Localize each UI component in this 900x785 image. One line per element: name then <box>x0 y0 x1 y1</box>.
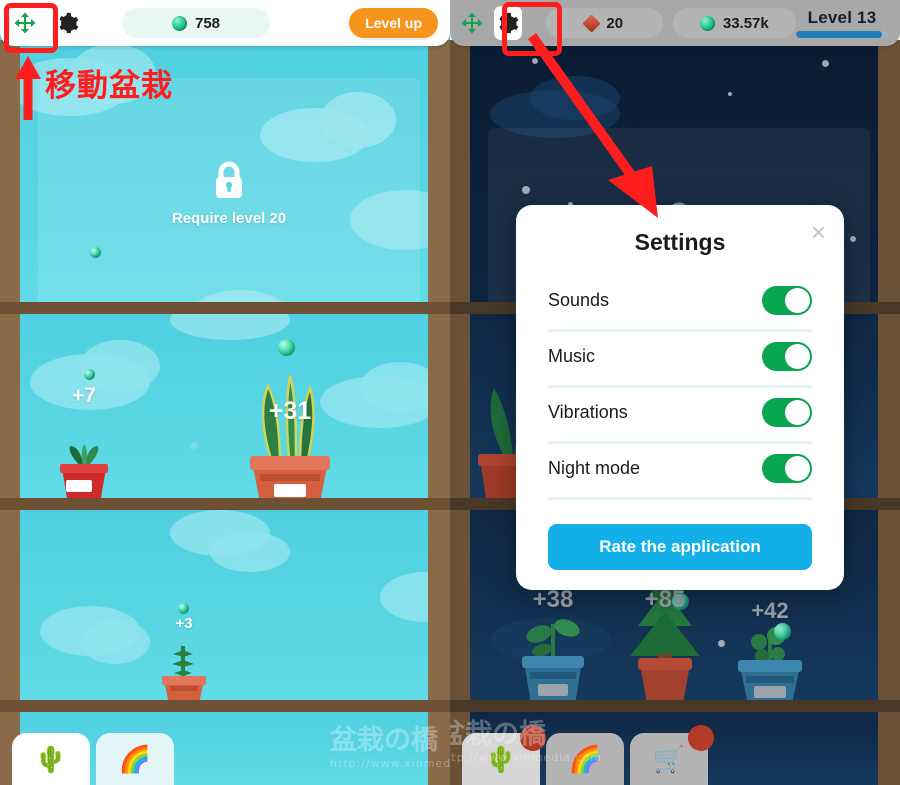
vibrations-toggle[interactable] <box>762 398 812 427</box>
plant-gain-label: +85 <box>644 586 686 613</box>
plant-sprout-graphic <box>522 619 584 704</box>
shelf-board-3 <box>450 700 900 712</box>
rate-application-button[interactable]: Rate the application <box>548 524 812 570</box>
gem-count-label: 33.57k <box>722 14 769 32</box>
plant-slot[interactable]: +38 <box>508 586 598 706</box>
nav-tab-decor[interactable]: 🌈 <box>546 733 624 785</box>
cabinet-right-post <box>428 40 450 785</box>
plant-slot[interactable]: +3 <box>156 603 212 706</box>
shelf-board-3 <box>0 700 450 712</box>
move-arrows-icon <box>461 12 483 34</box>
right-bottom-nav: 🌵 🌈 🛒 <box>450 725 900 785</box>
gem-counter[interactable]: 758 <box>122 8 270 38</box>
shopping-cart-icon: 🛒 <box>652 743 686 774</box>
right-topbar: 20 33.57k Level 13 <box>450 0 900 46</box>
notification-badge <box>688 725 714 751</box>
gem-bubble[interactable] <box>90 247 101 258</box>
setting-label: Music <box>548 346 596 366</box>
level-indicator[interactable]: Level 13 <box>796 8 888 38</box>
night-mode-toggle[interactable] <box>762 454 812 483</box>
sounds-toggle[interactable] <box>762 286 812 315</box>
gem-count-label: 758 <box>194 14 221 32</box>
cactus-icon: 🌵 <box>34 743 68 774</box>
rainbow-icon: 🌈 <box>568 743 602 774</box>
diamond-count-label: 20 <box>606 14 624 32</box>
gem-bubble-faint <box>190 442 200 452</box>
plant-slot[interactable]: +31 <box>236 336 344 504</box>
sky-background <box>20 510 428 706</box>
gem-bubble[interactable] <box>178 603 189 614</box>
nav-tab-plants[interactable]: 🌵 <box>462 725 546 785</box>
close-icon[interactable]: × <box>811 219 826 245</box>
rainbow-icon: 🌈 <box>118 743 152 774</box>
nav-tab-shop[interactable]: 🛒 <box>630 725 714 785</box>
setting-row-night-mode[interactable]: Night mode <box>548 444 812 500</box>
cabinet-left-post <box>450 40 470 785</box>
left-cabinet: Require level 20 +7 +31 +3 <box>0 40 450 785</box>
setting-row-music[interactable]: Music <box>548 332 812 388</box>
dialog-title: Settings <box>634 229 726 255</box>
plant-gain-label: +42 <box>751 598 789 623</box>
setting-label: Sounds <box>548 290 610 310</box>
settings-dialog: × Settings Sounds Music Vibrations Night… <box>516 205 844 590</box>
cabinet-right-post <box>878 40 900 785</box>
nav-tab-plants[interactable]: 🌵 <box>12 733 90 785</box>
music-toggle[interactable] <box>762 342 812 371</box>
gear-icon <box>499 12 519 33</box>
nav-tab-decor[interactable]: 🌈 <box>96 733 174 785</box>
plant-slot[interactable]: +7 <box>48 369 120 504</box>
settings-button[interactable] <box>493 6 522 40</box>
shelf-board-2 <box>0 498 450 510</box>
cactus-icon: 🌵 <box>484 743 518 774</box>
cabinet-left-post <box>0 40 20 785</box>
move-plant-button[interactable] <box>458 6 486 40</box>
setting-label: Night mode <box>548 458 641 478</box>
plant-gain-label: +38 <box>532 586 574 613</box>
gear-icon <box>58 12 78 33</box>
left-phone-panel: Require level 20 +7 +31 +3 盆栽の橋 http://w… <box>0 0 450 785</box>
level-progress-bar <box>796 31 888 38</box>
move-plant-button[interactable] <box>8 6 42 40</box>
locked-overlay-1[interactable]: Require level 20 <box>38 78 420 308</box>
plant-gain-label: +7 <box>72 384 96 407</box>
plant-gain-label: +31 <box>268 397 312 425</box>
plant-sprout-graphic <box>162 646 206 704</box>
gem-bubble[interactable] <box>774 623 791 640</box>
notification-badge <box>520 725 546 751</box>
comparison-screenshot: Require level 20 +7 +31 +3 盆栽の橋 http://w… <box>0 0 900 785</box>
plant-slot[interactable]: +42 <box>726 598 814 706</box>
setting-row-vibrations[interactable]: Vibrations <box>548 388 812 444</box>
shelf-board-1 <box>0 302 450 314</box>
setting-label: Vibrations <box>548 402 628 422</box>
lock-requirement-text: Require level 20 <box>171 209 287 227</box>
lock-icon <box>216 161 242 198</box>
plant-gain-label: +3 <box>175 615 193 632</box>
gem-bubble[interactable] <box>278 339 295 356</box>
settings-button[interactable] <box>50 6 84 40</box>
level-label: Level 13 <box>807 8 877 27</box>
diamond-counter[interactable]: 20 <box>545 8 663 38</box>
setting-row-sounds[interactable]: Sounds <box>548 276 812 332</box>
shelf-3[interactable]: +3 <box>20 510 428 706</box>
move-arrows-icon <box>14 12 36 34</box>
green-gem-icon <box>699 15 715 31</box>
shelf-2[interactable]: +7 +31 <box>20 314 428 504</box>
green-gem-icon <box>171 15 187 31</box>
annotation-text-move: 移動盆栽 <box>45 68 173 104</box>
right-phone-panel: +38 +85 +42 盆栽の橋 http://www.xinmedia.com… <box>450 0 900 785</box>
left-topbar: 758 Level up <box>0 0 450 46</box>
plant-succulent-graphic <box>60 444 108 498</box>
left-bottom-nav: 🌵 🌈 <box>0 725 450 785</box>
red-diamond-icon <box>582 13 602 33</box>
gem-bubble[interactable] <box>84 369 95 380</box>
level-up-button[interactable]: Level up <box>349 8 438 38</box>
gem-counter[interactable]: 33.57k <box>672 8 796 38</box>
